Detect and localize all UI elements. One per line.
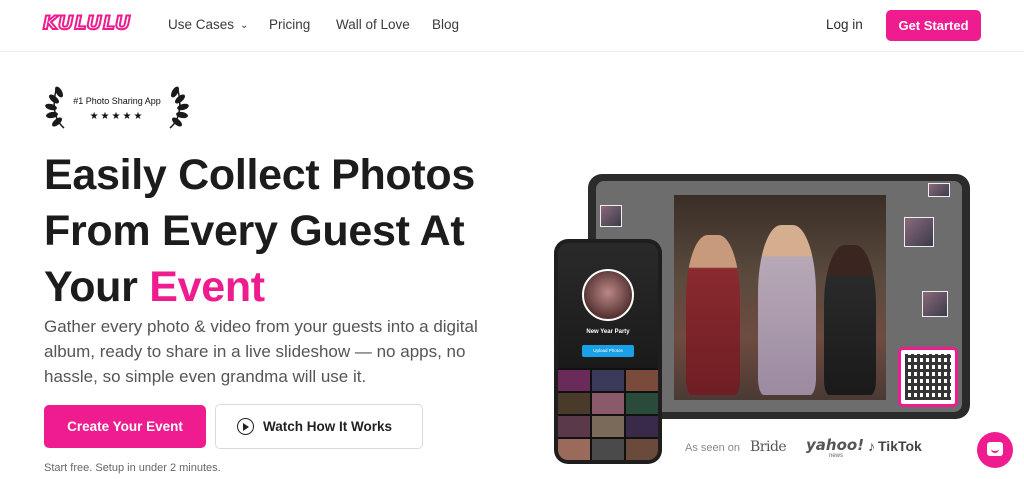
badge-text: #1 Photo Sharing App (73, 96, 161, 106)
phone-photo (558, 416, 590, 437)
phone-photo (558, 370, 590, 391)
watch-how-it-works-button[interactable]: Watch How It Works (215, 404, 423, 449)
hero-title-prefix: Your (44, 263, 150, 311)
get-started-button[interactable]: Get Started (886, 10, 981, 41)
nav-use-cases-label: Use Cases (168, 17, 235, 32)
phone-photo (592, 439, 624, 460)
create-event-button[interactable]: Create Your Event (44, 405, 206, 448)
yahoo-logo: yahoo! (806, 436, 865, 454)
phone-mockup: New Year Party Upload Photos (554, 239, 662, 464)
tiktok-label: TikTok (878, 438, 922, 454)
phone-photo (558, 393, 590, 414)
play-icon (237, 418, 254, 435)
kululu-logo[interactable]: KULULU (42, 11, 131, 35)
phone-event-name: New Year Party (586, 329, 630, 335)
phone-photo-grid (558, 370, 658, 460)
event-avatar (582, 269, 634, 321)
hero-title-line-2: From Every Guest At (44, 207, 465, 255)
slideshow-thumbnail (600, 205, 622, 227)
guest-figure (686, 235, 740, 395)
nav-pricing[interactable]: Pricing (269, 17, 310, 32)
phone-photo (592, 393, 624, 414)
phone-header: New Year Party Upload Photos (558, 243, 658, 368)
qr-code (898, 347, 958, 407)
hero-title: Easily Collect Photos From Every Guest A… (44, 147, 544, 315)
nav-use-cases[interactable]: Use Cases ⌄ (168, 17, 248, 32)
setup-note: Start free. Setup in under 2 minutes. (44, 462, 221, 474)
slideshow-main-photo (674, 195, 886, 400)
hero-title-line-3: Your Event (44, 259, 544, 315)
tiktok-logo: ♪ TikTok (868, 438, 922, 454)
phone-screen: New Year Party Upload Photos (558, 243, 658, 460)
login-link[interactable]: Log in (826, 17, 863, 32)
phone-photo (626, 393, 658, 414)
hero-title-line-1: Easily Collect Photos (44, 151, 475, 199)
phone-photo (592, 370, 624, 391)
nav-blog[interactable]: Blog (432, 17, 459, 32)
laurel-left-icon (45, 86, 65, 129)
watch-button-label: Watch How It Works (263, 419, 393, 434)
yahoo-news-label: news (829, 453, 844, 459)
phone-photo (558, 439, 590, 460)
as-seen-on-label: As seen on (685, 442, 741, 454)
top-nav: KULULU Use Cases ⌄ Pricing Wall of Love B… (0, 0, 1024, 52)
hero-subtitle: Gather every photo & video from your gue… (44, 317, 478, 386)
nav-wall-of-love[interactable]: Wall of Love (336, 17, 410, 32)
slideshow-thumbnail (922, 291, 948, 317)
chevron-down-icon: ⌄ (240, 20, 249, 31)
phone-upload-button: Upload Photos (582, 345, 634, 357)
phone-photo (626, 416, 658, 437)
hero-title-accent: Event (149, 263, 265, 311)
phone-photo (626, 370, 658, 391)
slideshow-thumbnail (904, 217, 934, 247)
tiktok-icon: ♪ (868, 438, 875, 454)
laurel-right-icon (169, 86, 189, 129)
star-rating-icon: ★★★★★ (89, 111, 145, 122)
phone-photo (626, 439, 658, 460)
guest-figure (824, 245, 876, 395)
chat-widget-icon[interactable] (977, 432, 1013, 468)
phone-photo (592, 416, 624, 437)
bride-logo: Bride (750, 439, 787, 455)
slideshow-thumbnail (928, 183, 950, 197)
guest-figure (758, 225, 816, 395)
award-badge: #1 Photo Sharing App ★★★★★ (44, 84, 190, 132)
